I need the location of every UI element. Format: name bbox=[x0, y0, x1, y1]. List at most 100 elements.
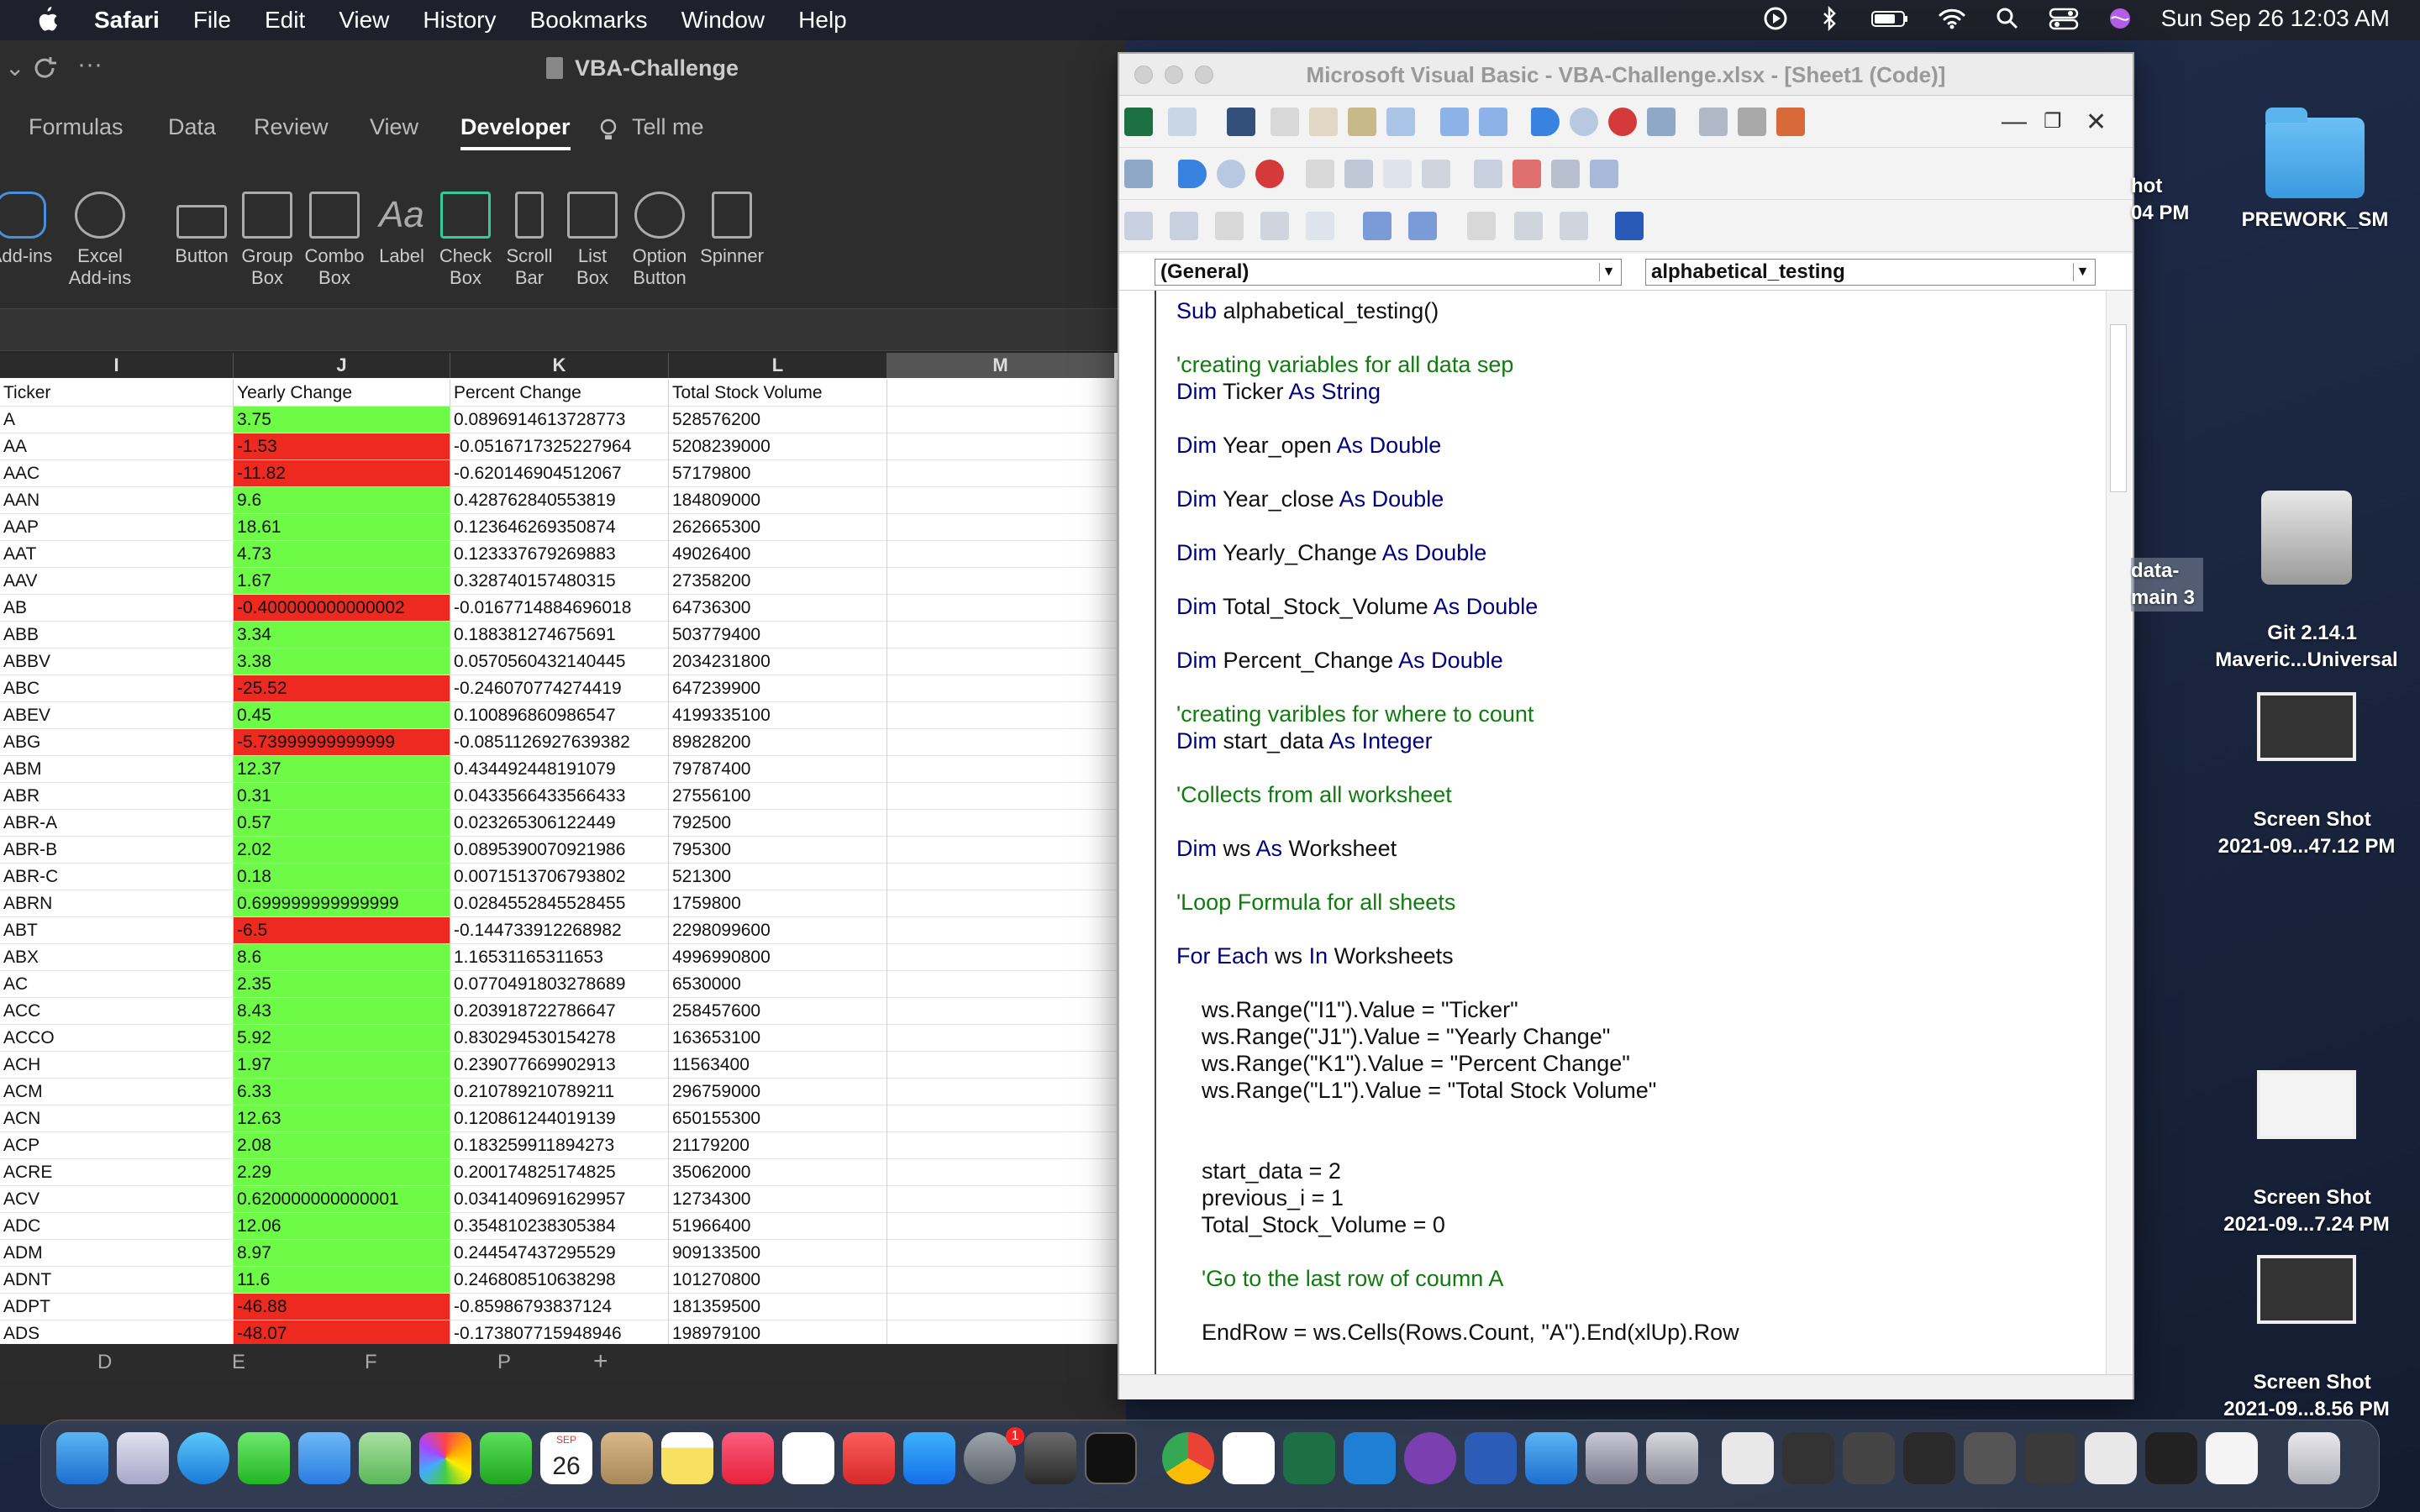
calendar-icon[interactable]: SEP 26 bbox=[540, 1432, 592, 1484]
facetime-icon[interactable] bbox=[480, 1432, 532, 1484]
quick-watch-icon[interactable] bbox=[1590, 160, 1618, 188]
cell-total-volume[interactable]: 35062000 bbox=[669, 1159, 887, 1186]
cell-percent-change[interactable]: 0.239077669902913 bbox=[450, 1052, 669, 1079]
news-icon[interactable] bbox=[843, 1432, 895, 1484]
cell-total-volume[interactable]: 2034231800 bbox=[669, 648, 887, 675]
menu-view[interactable]: View bbox=[339, 7, 389, 34]
cell-total-volume[interactable]: 4996990800 bbox=[669, 944, 887, 971]
cell-ticker[interactable]: ACN bbox=[0, 1105, 234, 1132]
cell-ticker[interactable]: A bbox=[0, 407, 234, 433]
cell-percent-change[interactable]: -0.144733912268982 bbox=[450, 917, 669, 944]
copy-icon[interactable] bbox=[1309, 108, 1338, 136]
cell-yearly-change[interactable]: 2.35 bbox=[234, 971, 450, 998]
insert-module-icon[interactable] bbox=[1168, 108, 1197, 136]
cell-percent-change[interactable]: 0.210789210789211 bbox=[450, 1079, 669, 1105]
pause-icon-2[interactable] bbox=[1217, 160, 1245, 188]
cell-m[interactable] bbox=[887, 675, 1118, 702]
cell-total-volume[interactable]: 79787400 bbox=[669, 756, 887, 783]
cell-total-volume[interactable]: 296759000 bbox=[669, 1079, 887, 1105]
cell-percent-change[interactable]: 0.0770491803278689 bbox=[450, 971, 669, 998]
cell-ticker[interactable]: AAP bbox=[0, 514, 234, 541]
cell-m[interactable] bbox=[887, 1213, 1118, 1240]
cell-ticker[interactable]: ABR bbox=[0, 783, 234, 810]
tab-formulas[interactable]: Formulas bbox=[29, 114, 124, 140]
cell-percent-change[interactable]: 0.023265306122449 bbox=[450, 810, 669, 837]
tab-review[interactable]: Review bbox=[254, 114, 329, 140]
cell-yearly-change[interactable]: 2.08 bbox=[234, 1132, 450, 1159]
object-browser-icon[interactable] bbox=[1776, 108, 1805, 136]
music-icon[interactable] bbox=[722, 1432, 774, 1484]
cell-yearly-change[interactable]: 3.75 bbox=[234, 407, 450, 433]
cell-percent-change[interactable]: 0.434492448191079 bbox=[450, 756, 669, 783]
trash-icon[interactable] bbox=[2288, 1432, 2340, 1484]
cell-percent-change[interactable]: 0.203918722786647 bbox=[450, 998, 669, 1025]
excel-view-icon[interactable] bbox=[1124, 108, 1153, 136]
cell-yearly-change[interactable]: 12.37 bbox=[234, 756, 450, 783]
cell-yearly-change[interactable]: 6.33 bbox=[234, 1079, 450, 1105]
cell-ticker[interactable]: AB bbox=[0, 595, 234, 622]
quick-info-icon[interactable] bbox=[1215, 212, 1244, 240]
chevron-down-icon[interactable]: ▼ bbox=[2073, 263, 2091, 281]
recent-window-2[interactable] bbox=[1843, 1432, 1895, 1484]
watch-window-icon[interactable] bbox=[1551, 160, 1580, 188]
cell-ticker[interactable]: AA bbox=[0, 433, 234, 460]
menu-window[interactable]: Window bbox=[681, 7, 765, 34]
minimize-pane-icon[interactable]: — bbox=[2002, 108, 2027, 136]
cell-percent-change[interactable]: 0.244547437295529 bbox=[450, 1240, 669, 1267]
cell-percent-change[interactable]: 0.123646269350874 bbox=[450, 514, 669, 541]
recent-window-3[interactable] bbox=[1903, 1432, 1955, 1484]
column-header-i[interactable]: I bbox=[0, 353, 234, 378]
reminders-icon[interactable] bbox=[782, 1432, 834, 1484]
header-ticker[interactable]: Ticker bbox=[0, 380, 234, 407]
cell-m[interactable] bbox=[887, 380, 1118, 407]
wifi-icon[interactable] bbox=[1938, 6, 1966, 31]
stop-icon-2[interactable] bbox=[1255, 160, 1284, 188]
cell-yearly-change[interactable]: 5.92 bbox=[234, 1025, 450, 1052]
properties-icon[interactable] bbox=[1738, 108, 1766, 136]
sheet-col-f[interactable]: F bbox=[365, 1351, 377, 1374]
cell-m[interactable] bbox=[887, 917, 1118, 944]
stop-icon[interactable] bbox=[1608, 108, 1637, 136]
cell-percent-change[interactable]: 0.100896860986547 bbox=[450, 702, 669, 729]
cell-percent-change[interactable]: 0.120861244019139 bbox=[450, 1105, 669, 1132]
list-constants-icon[interactable] bbox=[1170, 212, 1198, 240]
safari-icon[interactable] bbox=[177, 1432, 229, 1484]
cell-m[interactable] bbox=[887, 944, 1118, 971]
cell-ticker[interactable]: ACCO bbox=[0, 1025, 234, 1052]
cell-yearly-change[interactable]: -1.53 bbox=[234, 433, 450, 460]
chevron-down-icon[interactable]: ⌄ bbox=[5, 54, 24, 81]
cell-m[interactable] bbox=[887, 1320, 1118, 1344]
cell-m[interactable] bbox=[887, 702, 1118, 729]
cell-m[interactable] bbox=[887, 729, 1118, 756]
scroll-bar-control[interactable]: Scroll Bar bbox=[499, 192, 560, 289]
word-icon[interactable] bbox=[1465, 1432, 1517, 1484]
code-editor[interactable]: Sub alphabetical_testing() 'creating var… bbox=[1119, 291, 2133, 1374]
cell-yearly-change[interactable]: 0.620000000000001 bbox=[234, 1186, 450, 1213]
cell-yearly-change[interactable]: 3.34 bbox=[234, 622, 450, 648]
cell-percent-change[interactable]: 0.0896914613728773 bbox=[450, 407, 669, 433]
recent-window-8[interactable] bbox=[2206, 1432, 2258, 1484]
cell-ticker[interactable]: ABX bbox=[0, 944, 234, 971]
cell-total-volume[interactable]: 795300 bbox=[669, 837, 887, 864]
chevron-down-icon[interactable]: ▼ bbox=[1599, 263, 1618, 281]
cell-percent-change[interactable]: 0.246808510638298 bbox=[450, 1267, 669, 1294]
cell-yearly-change[interactable]: -11.82 bbox=[234, 460, 450, 487]
notes-icon[interactable] bbox=[661, 1432, 713, 1484]
messages-icon[interactable] bbox=[238, 1432, 290, 1484]
cell-m[interactable] bbox=[887, 568, 1118, 595]
restore-pane-icon[interactable]: ❐ bbox=[2044, 109, 2062, 134]
cell-m[interactable] bbox=[887, 1294, 1118, 1320]
cell-yearly-change[interactable]: 1.97 bbox=[234, 1052, 450, 1079]
github-icon[interactable] bbox=[1404, 1432, 1456, 1484]
header-percent-change[interactable]: Percent Change bbox=[450, 380, 669, 407]
sheet-col-d[interactable]: D bbox=[97, 1351, 112, 1374]
cell-percent-change[interactable]: -0.620146904512067 bbox=[450, 460, 669, 487]
cell-total-volume[interactable]: 184809000 bbox=[669, 487, 887, 514]
cell-yearly-change[interactable]: 12.06 bbox=[234, 1213, 450, 1240]
cell-m[interactable] bbox=[887, 890, 1118, 917]
spreadsheet-grid[interactable]: I J K L M Ticker Yearly Change Percent C… bbox=[0, 353, 1118, 1344]
cell-m[interactable] bbox=[887, 1240, 1118, 1267]
tab-data[interactable]: Data bbox=[168, 114, 216, 140]
cell-yearly-change[interactable]: 12.63 bbox=[234, 1105, 450, 1132]
finder-icon[interactable] bbox=[56, 1432, 108, 1484]
